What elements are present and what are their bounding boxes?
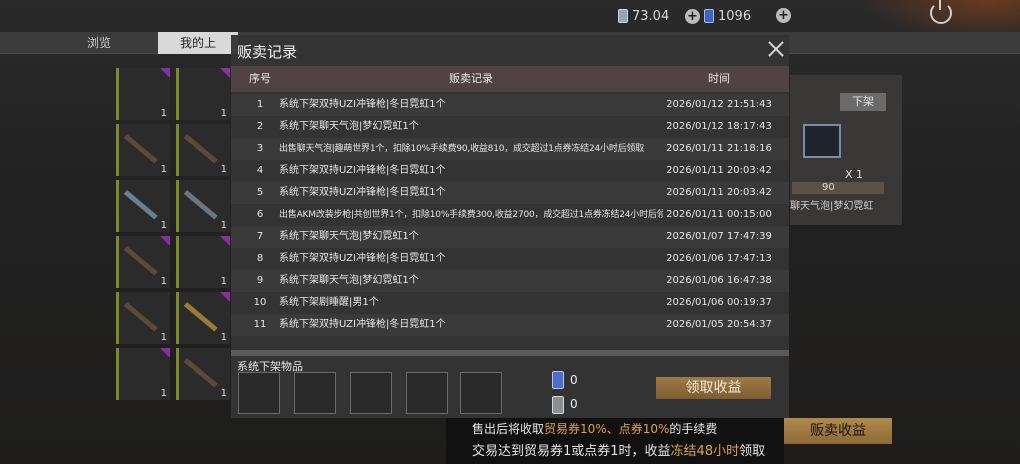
coupon-amount: 1096 [718, 8, 752, 24]
item-name: 聊天气泡|梦幻霓虹 [790, 201, 874, 212]
table-row: 10 系统下架剧睡醒|男1个 2026/01/06 00:19:37 [231, 292, 789, 314]
table-row: 5 系统下架双持UZI冲锋枪|冬日霓虹1个 2026/01/11 20:03:4… [231, 182, 789, 204]
modal-title: 贩卖记录 [237, 43, 298, 61]
row-record: 出售聊天气泡|趣萌世界1个，扣除10%手续费90,收益810，成交超过1点券冻结… [279, 144, 645, 154]
row-time: 2026/01/06 00:19:37 [666, 297, 772, 308]
inventory-slot[interactable]: 1 [176, 292, 230, 344]
add-coupon-icon[interactable]: + [776, 8, 791, 23]
row-record: 系统下架聊天气泡|梦幻霓虹1个 [279, 231, 419, 242]
item-price: 90 [792, 182, 884, 194]
top-bar: 73.04 + 1096 + [0, 0, 1020, 32]
inventory-slot[interactable]: 1 [116, 124, 170, 176]
unlisted-item-slot[interactable] [460, 372, 502, 414]
tab-browse[interactable]: 浏览 [64, 32, 134, 54]
inventory-slot[interactable]: 1 [116, 180, 170, 232]
header-record: 贩卖记录 [449, 72, 493, 85]
unlisted-item-slot[interactable] [294, 372, 336, 414]
row-record: 系统下架双持UZI冲锋枪|冬日霓虹1个 [279, 253, 446, 264]
unlisted-item-slot[interactable] [350, 372, 392, 414]
currency-trade-ticket: 73.04 [618, 6, 669, 26]
table-row: 6 出售AKM改装步枪|共创世界1个，扣除10%手续费300,收益2700，成交… [231, 204, 789, 226]
table-row: 9 系统下架聊天气泡|梦幻霓虹1个 2026/01/06 16:47:38 [231, 270, 789, 292]
item-thumbnail [803, 124, 841, 158]
item-quantity: X 1 [845, 168, 864, 181]
row-time: 2026/01/11 21:18:16 [666, 143, 772, 154]
row-record: 系统下架双持UZI冲锋枪|冬日霓虹1个 [279, 319, 446, 330]
fee-note: 售出后将收取贸易券10%、点券10%的手续费 [472, 422, 718, 436]
inventory-slot[interactable]: 1 [116, 292, 170, 344]
trade-ticket-icon [618, 9, 628, 23]
table-header: 序号 贩卖记录 时间 [231, 66, 789, 92]
table-row: 7 系统下架聊天气泡|梦幻霓虹1个 2026/01/07 17:47:39 [231, 226, 789, 248]
inventory-slot[interactable]: 1 [116, 348, 170, 400]
table-row: 3 出售聊天气泡|趣萌世界1个，扣除10%手续费90,收益810，成交超过1点券… [231, 138, 789, 160]
inventory-slot[interactable]: 1 [176, 180, 230, 232]
table-row: 11 系统下架双持UZI冲锋枪|冬日霓虹1个 2026/01/05 20:54:… [231, 314, 789, 336]
row-record: 系统下架聊天气泡|梦幻霓虹1个 [279, 275, 419, 286]
coupon-icon [552, 371, 564, 389]
row-time: 2026/01/11 20:03:42 [666, 187, 772, 198]
claim-income-button[interactable]: 领取收益 [656, 377, 771, 399]
unlist-button[interactable]: 下架 [840, 93, 886, 111]
header-time: 时间 [708, 72, 730, 85]
inventory-slot[interactable]: 1 [176, 348, 230, 400]
row-time: 2026/01/06 16:47:38 [666, 275, 772, 286]
unlisted-item-slot[interactable] [406, 372, 448, 414]
inventory-slot[interactable]: 1 [176, 68, 230, 120]
row-time: 2026/01/06 17:47:13 [666, 253, 772, 264]
trade-ticket-icon [552, 396, 564, 414]
row-record: 系统下架剧睡醒|男1个 [279, 297, 379, 308]
currency-coupon: + 1096 [685, 6, 751, 26]
coupon-income-value: 0 [570, 373, 578, 387]
unlisted-item-slot[interactable] [238, 372, 280, 414]
row-time: 2026/01/11 00:15:00 [666, 209, 772, 220]
row-record: 系统下架双持UZI冲锋枪|冬日霓虹1个 [279, 165, 446, 176]
trade-ticket-income-value: 0 [570, 397, 578, 411]
add-trade-ticket-icon[interactable]: + [685, 8, 700, 24]
freeze-note: 交易达到贸易券1或点券1时，收益冻结48小时领取 [472, 444, 766, 459]
sale-income-button[interactable]: 贩卖收益 [784, 418, 892, 444]
coupon-icon [704, 9, 714, 23]
records-table[interactable]: 1 系统下架双持UZI冲锋枪|冬日霓虹1个 2026/01/12 21:51:4… [231, 94, 789, 350]
inventory-slot[interactable]: 1 [116, 236, 170, 288]
row-record: 系统下架双持UZI冲锋枪|冬日霓虹1个 [279, 99, 446, 110]
table-row: 8 系统下架双持UZI冲锋枪|冬日霓虹1个 2026/01/06 17:47:1… [231, 248, 789, 270]
row-time: 2026/01/07 17:47:39 [666, 231, 772, 242]
row-record: 系统下架双持UZI冲锋枪|冬日霓虹1个 [279, 187, 446, 198]
row-time: 2026/01/12 21:51:43 [666, 99, 772, 110]
trade-ticket-amount: 73.04 [632, 8, 670, 24]
inventory-slot[interactable]: 1 [116, 68, 170, 120]
table-row: 1 系统下架双持UZI冲锋枪|冬日霓虹1个 2026/01/12 21:51:4… [231, 94, 789, 116]
sales-record-modal: 贩卖记录 序号 贩卖记录 时间 1 系统下架双持UZI冲锋枪|冬日霓虹1个 20… [231, 35, 789, 418]
close-icon[interactable] [767, 40, 785, 58]
inventory-slot[interactable]: 1 [176, 236, 230, 288]
table-row: 4 系统下架双持UZI冲锋枪|冬日霓虹1个 2026/01/11 20:03:4… [231, 160, 789, 182]
inventory-slot[interactable]: 1 [176, 124, 230, 176]
row-record: 系统下架聊天气泡|梦幻霓虹1个 [279, 121, 419, 132]
row-time: 2026/01/05 20:54:37 [666, 319, 772, 330]
power-icon[interactable] [930, 0, 952, 24]
row-time: 2026/01/11 20:03:42 [666, 165, 772, 176]
table-row: 2 系统下架聊天气泡|梦幻霓虹1个 2026/01/12 18:17:43 [231, 116, 789, 138]
tab-my-listing[interactable]: 我的上 [158, 32, 238, 54]
row-record: 出售AKM改装步枪|共创世界1个，扣除10%手续费300,收益2700，成交超过… [279, 210, 663, 220]
row-time: 2026/01/12 18:17:43 [666, 121, 772, 132]
section-divider [231, 350, 789, 356]
